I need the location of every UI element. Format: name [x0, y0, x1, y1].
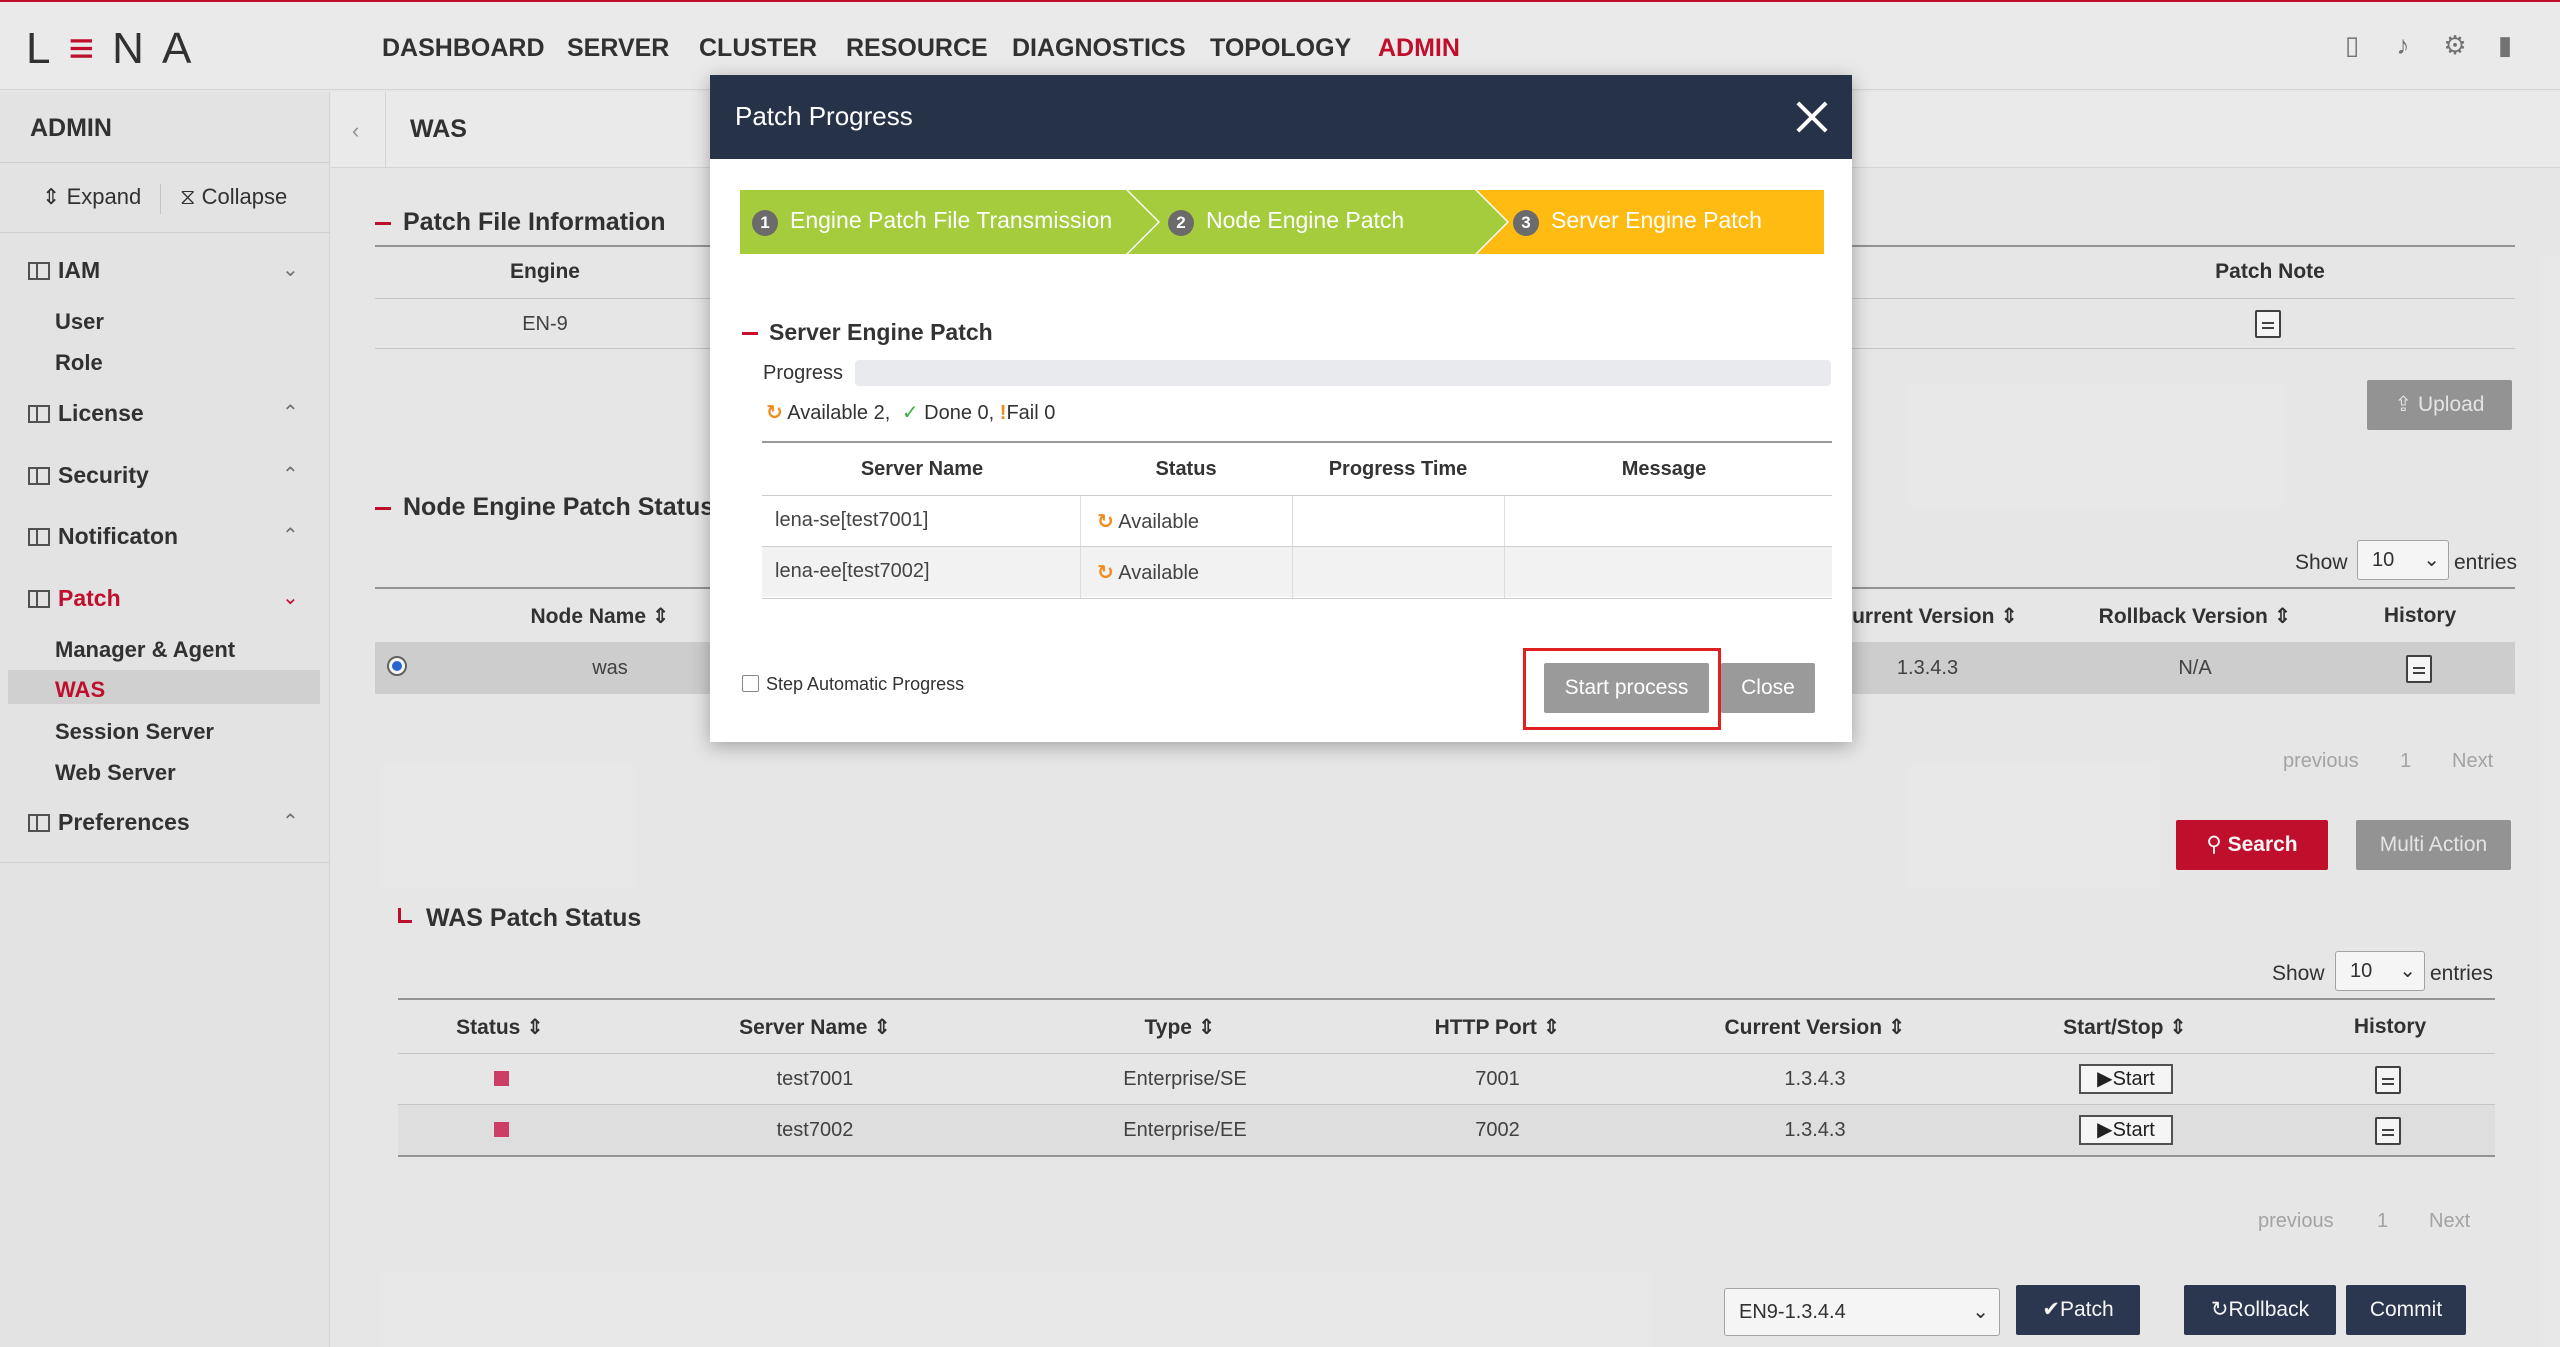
- step-3: 3 Server Engine Patch: [1513, 207, 1762, 236]
- server-name-cell: lena-ee[test7002]: [775, 560, 930, 582]
- section-marker: [742, 332, 758, 335]
- step-1: 1 Engine Patch File Transmission: [752, 207, 1112, 236]
- available-count: Available 2,: [787, 402, 891, 424]
- step-auto-checkbox[interactable]: [742, 675, 759, 692]
- step-label: Node Engine Patch: [1206, 207, 1405, 233]
- col-status: Status: [1155, 458, 1217, 480]
- col-divider: [1292, 547, 1293, 597]
- progress-label: Progress: [763, 362, 844, 384]
- done-count: Done 0,: [924, 402, 995, 424]
- step-label: Server Engine Patch: [1551, 207, 1762, 233]
- patch-progress-modal: Patch Progress 1 Engine Patch File Transm…: [710, 75, 1852, 742]
- server-name-cell: lena-se[test7001]: [775, 509, 929, 531]
- done-icon: ✓: [901, 402, 919, 424]
- step-number: 1: [752, 210, 778, 236]
- close-icon[interactable]: [1792, 97, 1832, 137]
- progress-bar: [855, 360, 1831, 386]
- close-button[interactable]: Close: [1721, 663, 1815, 713]
- start-process-button[interactable]: Start process: [1544, 663, 1709, 713]
- status-cell: ↻ Available: [1097, 509, 1199, 534]
- modal-section-title: Server Engine Patch: [769, 319, 993, 345]
- col-divider: [1080, 547, 1081, 597]
- fail-count: Fail 0: [1006, 402, 1056, 424]
- step-number: 3: [1513, 210, 1539, 236]
- modal-header: Patch Progress: [710, 75, 1852, 159]
- step-auto-label[interactable]: Step Automatic Progress: [766, 674, 964, 695]
- table-divider: [762, 598, 1832, 599]
- col-server-name: Server Name: [860, 458, 984, 480]
- progress-summary: ↻ Available 2, ✓ Done 0, !Fail 0: [766, 400, 1055, 425]
- available-icon: ↻: [1097, 511, 1114, 533]
- status-text: Available: [1118, 562, 1200, 584]
- col-progress-time: Progress Time: [1328, 458, 1468, 480]
- available-icon: ↻: [1097, 562, 1114, 584]
- col-divider: [1504, 547, 1505, 597]
- col-message: Message: [1621, 458, 1707, 480]
- table-top-border: [762, 441, 1832, 443]
- status-text: Available: [1118, 511, 1200, 533]
- modal-title: Patch Progress: [735, 101, 913, 131]
- step-2: 2 Node Engine Patch: [1168, 207, 1404, 236]
- step-label: Engine Patch File Transmission: [790, 207, 1113, 233]
- status-cell: ↻ Available: [1097, 560, 1199, 585]
- step-number: 2: [1168, 210, 1194, 236]
- available-icon: ↻: [766, 402, 783, 424]
